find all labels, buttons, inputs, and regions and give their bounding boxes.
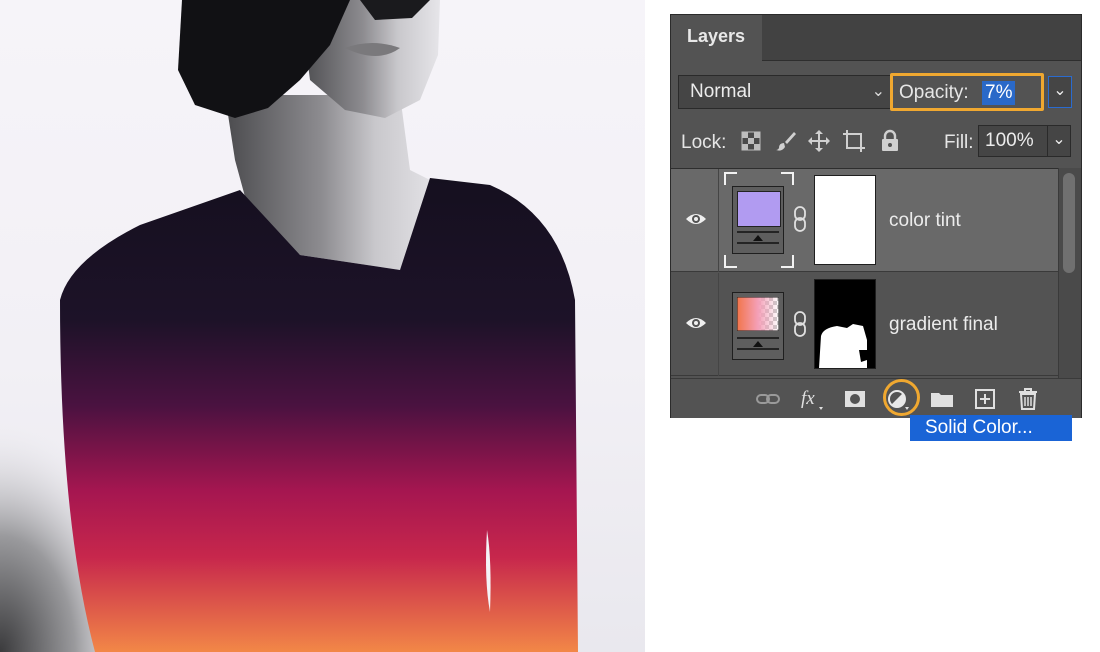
lock-label: Lock: (681, 132, 727, 153)
layers-bottom-toolbar: fx (671, 378, 1081, 418)
chevron-down-icon: ⌄ (1053, 82, 1067, 99)
adjustment-button-highlight-outline (883, 379, 920, 416)
layer-thumbnail-solid-color[interactable] (732, 186, 784, 254)
opacity-highlight-outline (890, 73, 1044, 111)
woman-silhouette-image (0, 0, 578, 652)
layer-mask-thumbnail[interactable] (814, 175, 876, 265)
blend-mode-value: Normal (690, 81, 752, 102)
eye-icon (686, 318, 706, 328)
gradient-fill-slider-icon (737, 337, 779, 350)
gradient-swatch (737, 297, 779, 331)
svg-text:fx: fx (801, 388, 815, 409)
fill-input[interactable]: 100% (978, 125, 1048, 157)
layers-panel: Layers Normal ⌄ Opacity: 7% ⌄ Lock: Fill… (670, 14, 1082, 418)
lock-pixels-brush-icon[interactable] (774, 129, 798, 153)
visibility-toggle[interactable] (671, 273, 719, 376)
lock-all-padlock-icon[interactable] (878, 129, 902, 153)
lock-artboard-crop-icon[interactable] (842, 129, 866, 153)
color-fill-slider-icon (737, 231, 779, 244)
lock-position-move-icon[interactable] (807, 129, 831, 153)
visibility-toggle[interactable] (671, 169, 719, 272)
blend-mode-select[interactable]: Normal ⌄ (678, 75, 892, 109)
chain-link-icon[interactable] (793, 311, 807, 337)
layer-thumbnail-gradient[interactable] (732, 292, 784, 360)
menu-item-solid-color[interactable]: Solid Color... (910, 415, 1072, 441)
color-swatch (737, 191, 781, 227)
photo-canvas (0, 0, 645, 652)
tab-layers[interactable]: Layers (671, 15, 762, 61)
link-icon[interactable] (755, 387, 781, 411)
chevron-down-icon: ⌄ (1052, 131, 1066, 148)
mask-icon[interactable] (842, 387, 868, 411)
trash-icon[interactable] (1015, 387, 1041, 411)
opacity-slider-button[interactable]: ⌄ (1048, 76, 1072, 108)
layer-list: color tint gradient final (671, 168, 1058, 379)
layers-scrollbar[interactable] (1058, 168, 1081, 378)
fill-slider-button[interactable]: ⌄ (1047, 125, 1071, 157)
layer-name[interactable]: color tint (889, 210, 961, 232)
layer-row-gradient-final[interactable]: gradient final (671, 273, 1058, 376)
fx-icon[interactable]: fx (799, 387, 825, 411)
lock-transparency-icon[interactable] (739, 129, 763, 153)
mask-silhouette-shape (819, 324, 867, 368)
chain-link-icon[interactable] (793, 206, 807, 232)
layer-name[interactable]: gradient final (889, 314, 998, 336)
folder-icon[interactable] (929, 387, 955, 411)
layer-mask-thumbnail[interactable] (814, 279, 876, 369)
eye-icon (686, 214, 706, 224)
layer-row-color-tint[interactable]: color tint (671, 169, 1058, 272)
chevron-down-icon: ⌄ (871, 83, 885, 100)
scrollbar-thumb[interactable] (1063, 173, 1075, 273)
panel-tab-bar: Layers (671, 15, 1081, 61)
new-layer-icon[interactable] (972, 387, 998, 411)
fill-label: Fill: (944, 132, 974, 153)
